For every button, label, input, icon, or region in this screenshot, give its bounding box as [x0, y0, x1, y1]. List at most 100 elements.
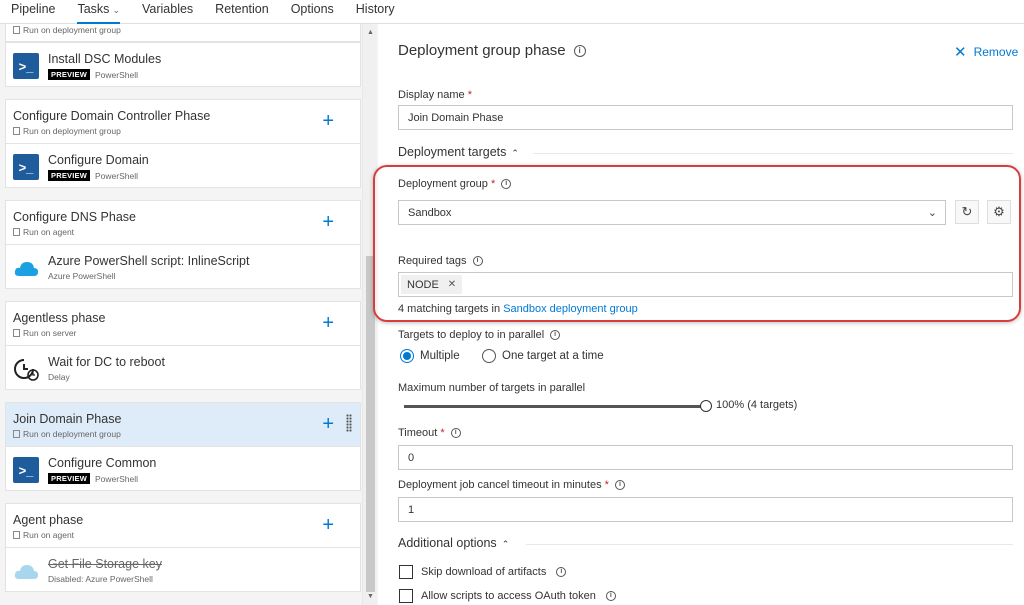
cancel-timeout-input[interactable]: 1 [398, 497, 1013, 522]
phase-configure-dns[interactable]: Configure DNS Phase Run on agent + [5, 200, 361, 245]
chevron-down-icon: ⌄ [112, 5, 120, 15]
tab-options[interactable]: Options [291, 0, 334, 22]
task-install-dsc[interactable]: >_ Install DSC Modules PREVIEW PowerShell [5, 42, 361, 87]
phase-title: Configure Domain Controller Phase [13, 109, 211, 123]
task-title: Wait for DC to reboot [48, 355, 165, 369]
remove-button[interactable]: ✕ Remove [954, 43, 1018, 61]
scroll-down-icon[interactable]: ▼ [366, 592, 375, 601]
display-name-label-text: Display name [398, 89, 465, 101]
phase-agent[interactable]: Agent phase Run on agent + [5, 503, 361, 548]
task-wait-reboot[interactable]: Wait for DC to reboot Delay [5, 345, 361, 390]
radio-multiple[interactable]: Multiple [400, 349, 460, 363]
phase-subtitle-text: Run on deployment group [23, 429, 121, 439]
radio-label: One target at a time [502, 350, 604, 362]
max-targets-slider[interactable] [404, 405, 706, 408]
phase-configure-dc[interactable]: Configure Domain Controller Phase Run on… [5, 99, 361, 144]
section-divider [533, 153, 1013, 154]
task-subtitle: Azure PowerShell [48, 271, 116, 281]
task-subtitle: PREVIEW PowerShell [48, 170, 138, 181]
info-icon[interactable]: i [450, 428, 461, 439]
slider-thumb[interactable] [700, 400, 712, 412]
section-divider [526, 544, 1013, 545]
task-type: Delay [48, 372, 70, 382]
task-type: PowerShell [95, 473, 138, 484]
phase-title: Join Domain Phase [13, 412, 122, 426]
phase-subtitle: Run on server [13, 328, 76, 338]
cancel-timeout-value: 1 [408, 503, 415, 516]
task-subtitle: PREVIEW PowerShell [48, 473, 138, 484]
powershell-icon: >_ [13, 53, 39, 79]
chevron-up-icon: ⌃ [511, 148, 519, 158]
phase-subtitle-text: Run on deployment group [23, 25, 121, 35]
timeout-label-text: Timeout [398, 427, 438, 439]
task-azure-powershell[interactable]: Azure PowerShell script: InlineScript Az… [5, 244, 361, 289]
info-icon[interactable]: i [614, 480, 625, 491]
oauth-token-checkbox[interactable]: Allow scripts to access OAuth token i [399, 589, 616, 603]
deployment-group-icon [13, 430, 20, 438]
timeout-value: 0 [408, 451, 415, 464]
max-targets-value: 100% (4 targets) [716, 399, 798, 411]
required-marker: * [604, 479, 609, 491]
radio-one-at-a-time[interactable]: One target at a time [482, 349, 604, 363]
add-task-button[interactable]: + [322, 212, 334, 232]
task-title: Install DSC Modules [48, 52, 162, 66]
phase-list: Run on deployment group >_ Install DSC M… [0, 24, 377, 605]
preview-badge: PREVIEW [48, 69, 90, 80]
tab-variables[interactable]: Variables [142, 0, 193, 22]
phase-subtitle: Run on deployment group [13, 429, 121, 439]
required-marker: * [440, 427, 445, 439]
radio-label: Multiple [420, 350, 460, 362]
phase-title: Configure DNS Phase [13, 210, 136, 224]
task-title: Get File Storage key [48, 557, 162, 571]
timeout-input[interactable]: 0 [398, 445, 1013, 470]
deployment-targets-section[interactable]: Deployment targets ⌃ [398, 145, 519, 159]
azure-cloud-icon [14, 565, 38, 579]
phase-subtitle: Run on agent [13, 227, 74, 237]
info-icon[interactable]: i [573, 45, 586, 58]
phase-subtitle-text: Run on deployment group [23, 126, 121, 136]
display-name-input[interactable]: Join Domain Phase [398, 105, 1013, 130]
skip-artifacts-checkbox[interactable]: Skip download of artifacts i [399, 565, 567, 579]
tab-tasks[interactable]: Tasks ⌄ [77, 0, 120, 24]
info-icon[interactable]: i [605, 591, 616, 601]
task-configure-domain[interactable]: >_ Configure Domain PREVIEW PowerShell [5, 143, 361, 188]
top-nav: Pipeline Tasks ⌄ Variables Retention Opti… [0, 0, 1024, 24]
task-title: Configure Domain [48, 153, 149, 167]
server-icon [13, 329, 20, 337]
add-task-button[interactable]: + [322, 313, 334, 333]
deployment-group-icon [13, 26, 20, 34]
agent-icon [13, 531, 20, 539]
task-configure-common[interactable]: >_ Configure Common PREVIEW PowerShell [5, 446, 361, 491]
powershell-icon: >_ [13, 154, 39, 180]
task-get-file-storage-key[interactable]: Get File Storage key Disabled: Azure Pow… [5, 547, 361, 592]
task-type: PowerShell [95, 170, 138, 181]
info-icon[interactable]: i [556, 567, 567, 577]
max-targets-label: Maximum number of targets in parallel [398, 382, 585, 394]
required-marker: * [467, 89, 472, 101]
tab-tasks-label: Tasks [77, 2, 110, 16]
add-task-button[interactable]: + [322, 111, 334, 131]
add-task-button[interactable]: + [322, 515, 334, 535]
phase-subtitle: Run on deployment group [13, 126, 121, 136]
phase-card-partial[interactable]: Run on deployment group [5, 24, 361, 42]
task-type: Azure PowerShell [48, 271, 116, 281]
drag-handle-icon[interactable] [346, 414, 352, 432]
tab-pipeline[interactable]: Pipeline [11, 0, 55, 22]
agent-icon [13, 228, 20, 236]
add-task-button[interactable]: + [322, 414, 334, 434]
tab-history[interactable]: History [356, 0, 395, 22]
panel-title: Deployment group phase [398, 42, 566, 59]
parallel-label: Targets to deploy to in parallel i [398, 329, 561, 341]
additional-options-section[interactable]: Additional options ⌃ [398, 536, 509, 550]
info-icon[interactable]: i [550, 330, 561, 341]
section-title: Deployment targets [398, 145, 507, 159]
phase-agentless[interactable]: Agentless phase Run on server + [5, 301, 361, 346]
tab-retention[interactable]: Retention [215, 0, 269, 22]
radio-selected [400, 349, 414, 363]
phase-join-domain[interactable]: Join Domain Phase Run on deployment grou… [5, 402, 361, 447]
scroll-up-icon[interactable]: ▲ [366, 28, 375, 37]
phase-title: Agent phase [13, 513, 84, 527]
max-targets-label-text: Maximum number of targets in parallel [398, 382, 586, 394]
phase-subtitle-text: Run on server [23, 328, 77, 338]
task-title: Azure PowerShell script: InlineScript [48, 254, 250, 268]
